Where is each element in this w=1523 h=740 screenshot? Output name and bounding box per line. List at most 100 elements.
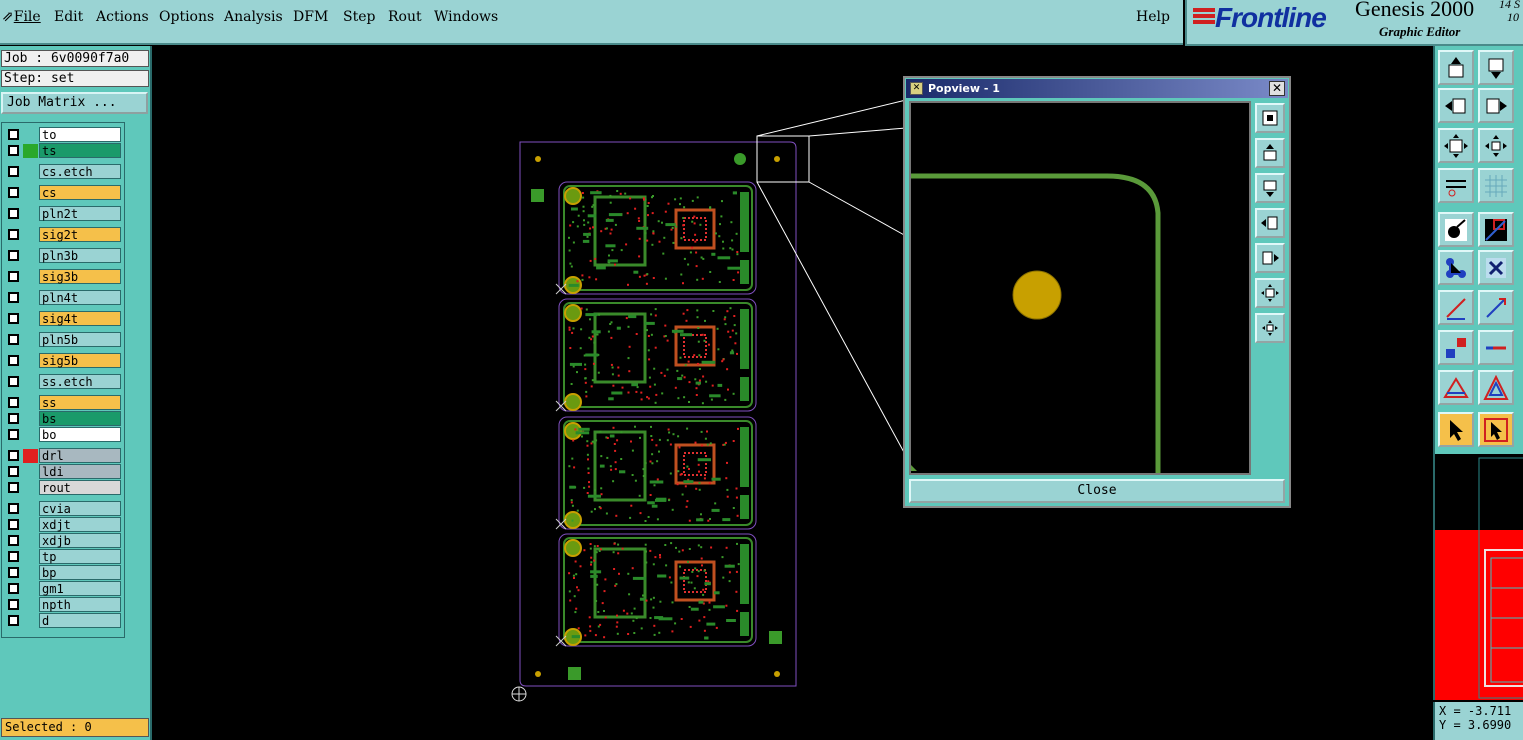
- layer-checkbox[interactable]: [8, 503, 19, 514]
- layer-color-swatch[interactable]: [23, 534, 38, 548]
- layer-row[interactable]: bs: [5, 411, 123, 426]
- layer-color-swatch[interactable]: [23, 396, 38, 410]
- menu-dfm[interactable]: DFM: [293, 9, 328, 25]
- layer-color-swatch[interactable]: [23, 354, 38, 368]
- select-feature-button[interactable]: [1438, 212, 1474, 247]
- layer-name[interactable]: sig2t: [39, 227, 121, 242]
- layer-row[interactable]: sig4t: [5, 311, 123, 326]
- layer-name[interactable]: drl: [39, 448, 121, 463]
- layer-row[interactable]: tp: [5, 549, 123, 564]
- layer-color-swatch[interactable]: [23, 449, 38, 463]
- fit-button[interactable]: [1438, 128, 1474, 163]
- layer-color-swatch[interactable]: [23, 165, 38, 179]
- layer-color-swatch[interactable]: [23, 312, 38, 326]
- layer-checkbox[interactable]: [8, 229, 19, 240]
- zoom-fit-button[interactable]: [1255, 103, 1285, 133]
- layer-name[interactable]: gm1: [39, 581, 121, 596]
- layer-row[interactable]: cs: [5, 185, 123, 200]
- layer-name[interactable]: cs: [39, 185, 121, 200]
- menu-help[interactable]: Help: [1136, 9, 1170, 25]
- layer-name[interactable]: d: [39, 613, 121, 628]
- layer-name[interactable]: pln3b: [39, 248, 121, 263]
- layer-checkbox[interactable]: [8, 450, 19, 461]
- layer-name[interactable]: bo: [39, 427, 121, 442]
- layer-name[interactable]: sig4t: [39, 311, 121, 326]
- layer-row[interactable]: cs.etch: [5, 164, 123, 179]
- layer-name[interactable]: bs: [39, 411, 121, 426]
- layer-row[interactable]: sig2t: [5, 227, 123, 242]
- layer-row[interactable]: pln2t: [5, 206, 123, 221]
- layer-checkbox[interactable]: [8, 482, 19, 493]
- close-button[interactable]: Close: [909, 479, 1285, 503]
- layer-checkbox[interactable]: [8, 567, 19, 578]
- menu-step[interactable]: Step: [343, 9, 375, 25]
- layer-color-swatch[interactable]: [23, 566, 38, 580]
- layer-color-swatch[interactable]: [23, 465, 38, 479]
- layer-name[interactable]: xdjt: [39, 517, 121, 532]
- move-right-button[interactable]: [1478, 88, 1514, 123]
- menu-file[interactable]: ⇗File: [2, 9, 41, 25]
- layer-name[interactable]: rout: [39, 480, 121, 495]
- layer-color-swatch[interactable]: [23, 428, 38, 442]
- layer-color-swatch[interactable]: [23, 291, 38, 305]
- triangle-button[interactable]: [1438, 370, 1474, 405]
- triangle-outline-button[interactable]: [1478, 370, 1514, 405]
- layer-color-swatch[interactable]: [23, 518, 38, 532]
- layer-color-swatch[interactable]: [23, 614, 38, 628]
- layer-color-swatch[interactable]: [23, 550, 38, 564]
- layer-name[interactable]: sig5b: [39, 353, 121, 368]
- layer-checkbox[interactable]: [8, 413, 19, 424]
- color-select-button[interactable]: [1478, 212, 1514, 247]
- layer-checkbox[interactable]: [8, 583, 19, 594]
- zoom-home-alt-button[interactable]: [1255, 173, 1285, 203]
- layer-name[interactable]: cvia: [39, 501, 121, 516]
- layer-color-swatch[interactable]: [23, 128, 38, 142]
- layer-color-swatch[interactable]: [23, 144, 38, 158]
- layer-checkbox[interactable]: [8, 429, 19, 440]
- layer-color-swatch[interactable]: [23, 333, 38, 347]
- layer-color-swatch[interactable]: [23, 598, 38, 612]
- pan-left-button[interactable]: [1255, 208, 1285, 238]
- layer-checkbox[interactable]: [8, 166, 19, 177]
- layer-checkbox[interactable]: [8, 466, 19, 477]
- layer-checkbox[interactable]: [8, 397, 19, 408]
- layer-color-swatch[interactable]: [23, 481, 38, 495]
- connect-button[interactable]: [1438, 250, 1474, 285]
- layer-row[interactable]: d: [5, 613, 123, 628]
- line-red-button[interactable]: [1438, 290, 1474, 325]
- pointer-select-button[interactable]: [1478, 412, 1514, 447]
- pan-right-button[interactable]: [1255, 243, 1285, 273]
- layer-color-swatch[interactable]: [23, 186, 38, 200]
- layer-row[interactable]: sig3b: [5, 269, 123, 284]
- layer-checkbox[interactable]: [8, 376, 19, 387]
- layer-color-swatch[interactable]: [23, 412, 38, 426]
- minimap[interactable]: [1433, 454, 1523, 700]
- layer-checkbox[interactable]: [8, 292, 19, 303]
- menu-options[interactable]: Options: [159, 9, 214, 25]
- layer-row[interactable]: xdjb: [5, 533, 123, 548]
- move-up-button[interactable]: [1438, 50, 1474, 85]
- layer-row[interactable]: gm1: [5, 581, 123, 596]
- layer-row[interactable]: bo: [5, 427, 123, 442]
- layer-color-swatch[interactable]: [23, 270, 38, 284]
- layer-row[interactable]: pln4t: [5, 290, 123, 305]
- layer-name[interactable]: pln2t: [39, 206, 121, 221]
- layer-name[interactable]: pln4t: [39, 290, 121, 305]
- layer-row[interactable]: rout: [5, 480, 123, 495]
- layer-name[interactable]: xdjb: [39, 533, 121, 548]
- layer-color-swatch[interactable]: [23, 207, 38, 221]
- layer-name[interactable]: ss.etch: [39, 374, 121, 389]
- layer-name[interactable]: tp: [39, 549, 121, 564]
- layer-checkbox[interactable]: [8, 187, 19, 198]
- layer-row[interactable]: xdjt: [5, 517, 123, 532]
- layer-checkbox[interactable]: [8, 535, 19, 546]
- measure-button[interactable]: [1438, 168, 1474, 203]
- layer-checkbox[interactable]: [8, 334, 19, 345]
- layer-row[interactable]: ss: [5, 395, 123, 410]
- layer-row[interactable]: ldi: [5, 464, 123, 479]
- zoom-out-button[interactable]: [1255, 313, 1285, 343]
- job-matrix-button[interactable]: Job Matrix ...: [1, 92, 148, 114]
- layer-color-swatch[interactable]: [23, 228, 38, 242]
- window-menu-icon[interactable]: ✕: [910, 82, 923, 95]
- layer-name[interactable]: sig3b: [39, 269, 121, 284]
